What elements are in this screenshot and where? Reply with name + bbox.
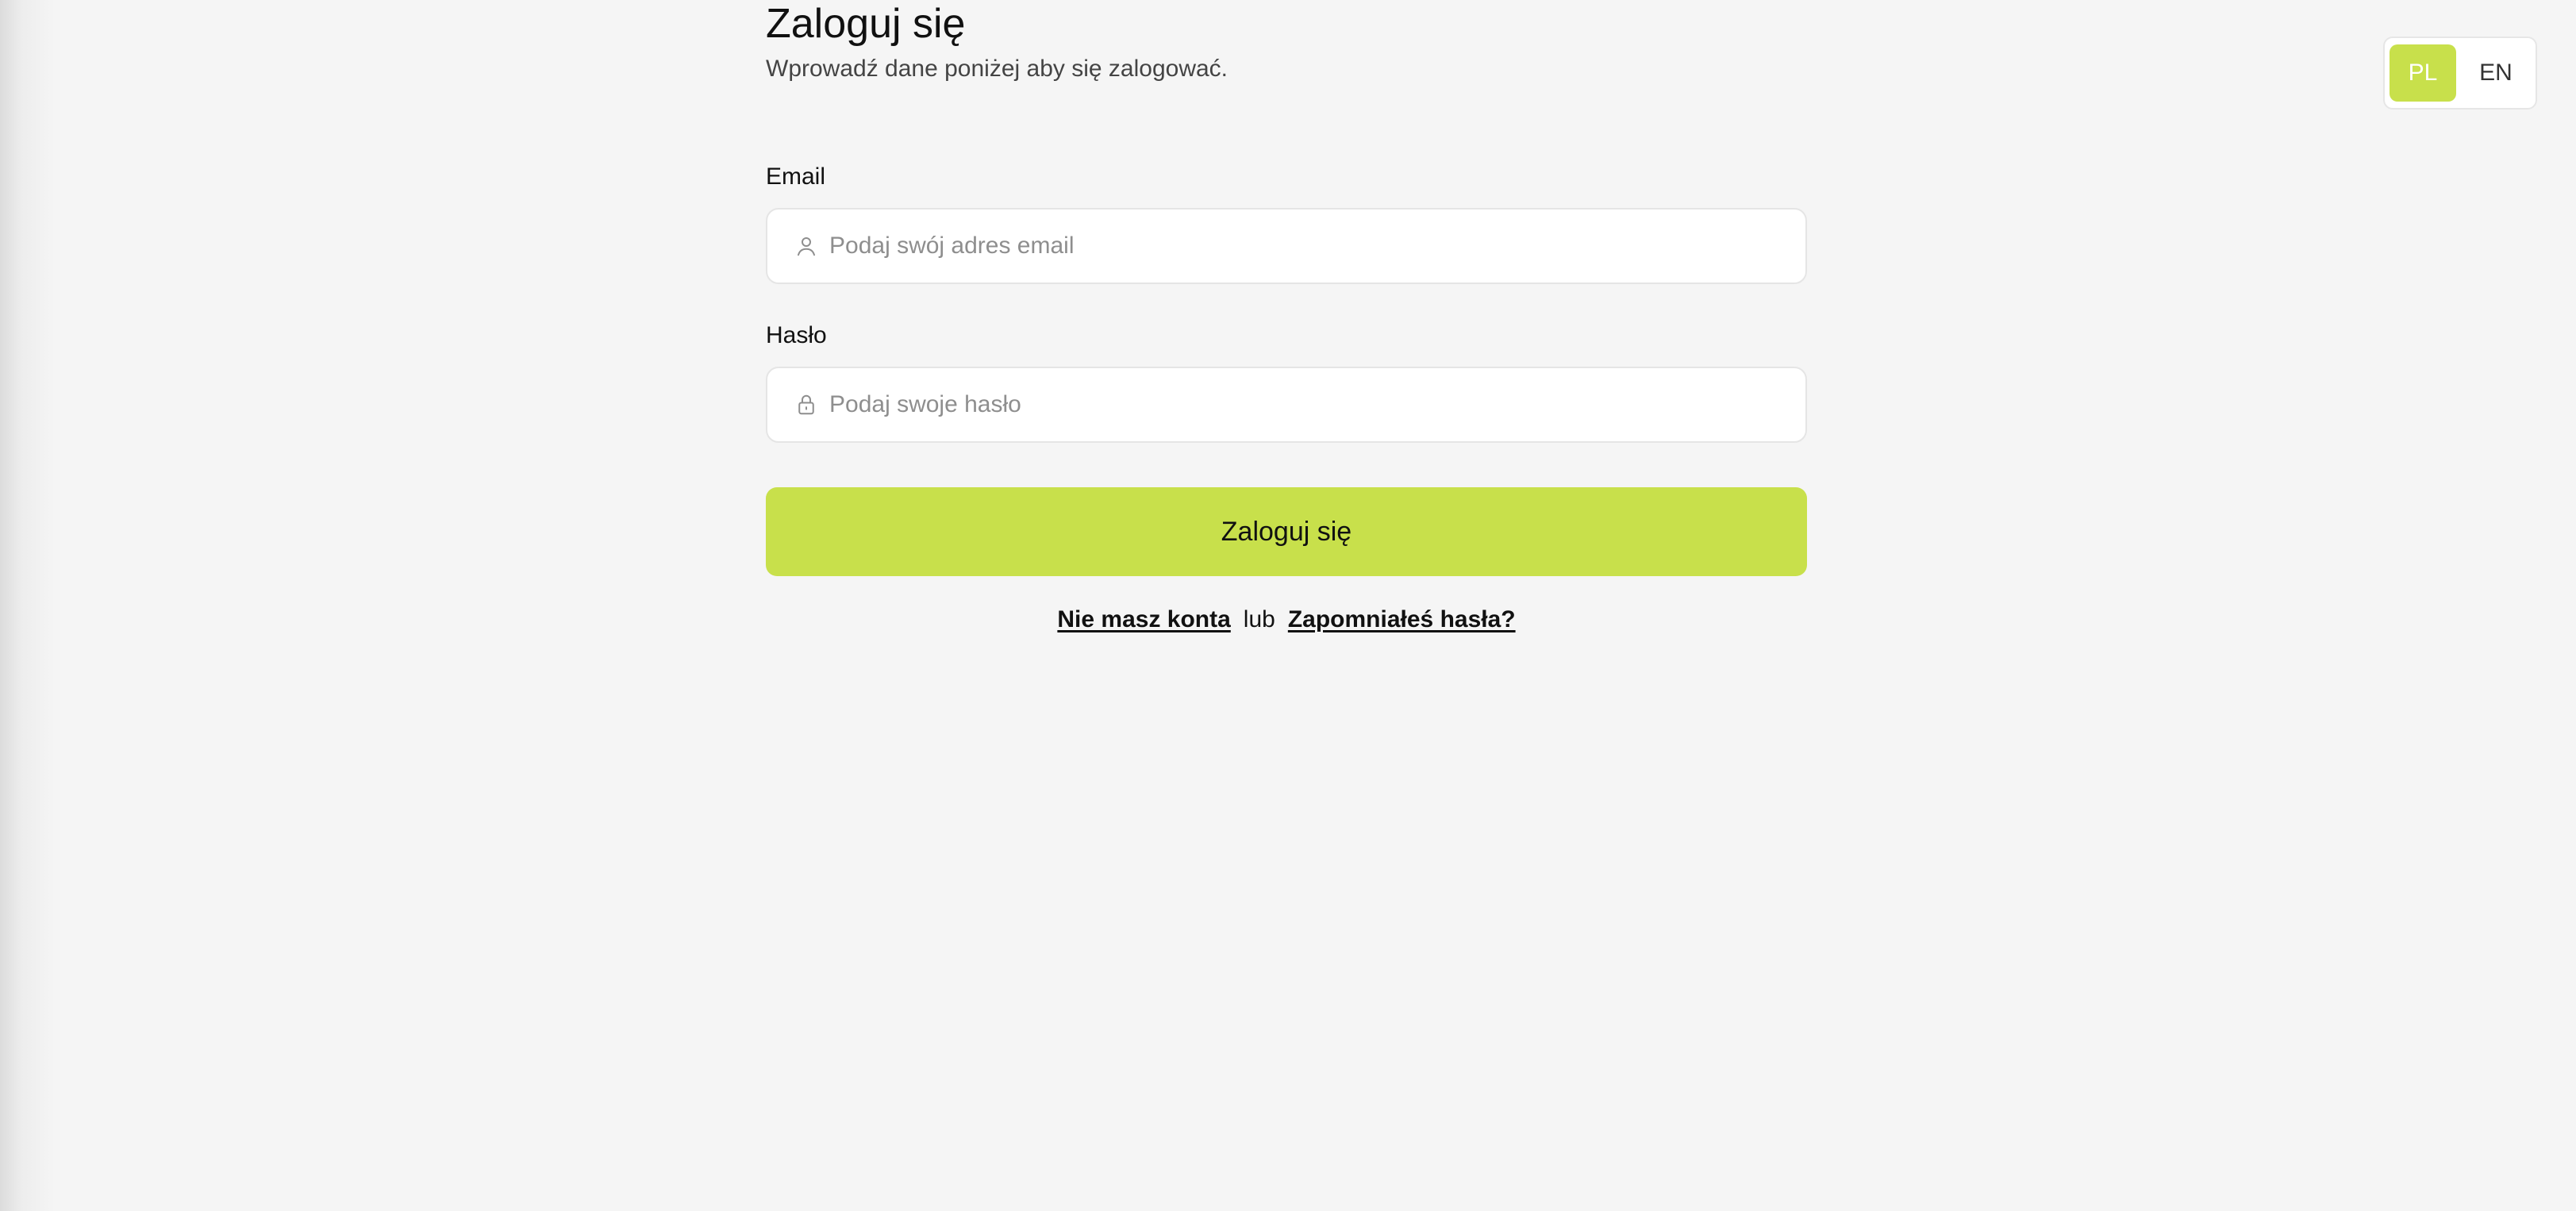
email-label: Email [766, 163, 826, 190]
password-field[interactable] [829, 368, 1780, 441]
login-button[interactable]: Zaloguj się [766, 487, 1807, 576]
links-separator: lub [1243, 606, 1275, 632]
register-link[interactable]: Nie masz konta [1057, 606, 1230, 633]
user-icon [793, 233, 820, 260]
forgot-password-link[interactable]: Zapomniałeś hasła? [1288, 606, 1516, 633]
language-pl-button[interactable]: PL [2390, 44, 2456, 102]
email-field[interactable] [829, 210, 1780, 283]
language-switcher: PL EN [2383, 37, 2537, 110]
lock-icon [793, 391, 820, 418]
language-en-button[interactable]: EN [2463, 44, 2529, 102]
password-label: Hasło [766, 322, 827, 348]
page-title: Zaloguj się [766, 1, 966, 47]
page-subtitle: Wprowadź dane poniżej aby się zalogować. [766, 56, 1228, 82]
left-edge-shadow [0, 0, 56, 1211]
password-field-container [766, 367, 1807, 443]
email-field-container [766, 208, 1807, 284]
auth-links: Nie masz konta lub Zapomniałeś hasła? [766, 606, 1807, 633]
